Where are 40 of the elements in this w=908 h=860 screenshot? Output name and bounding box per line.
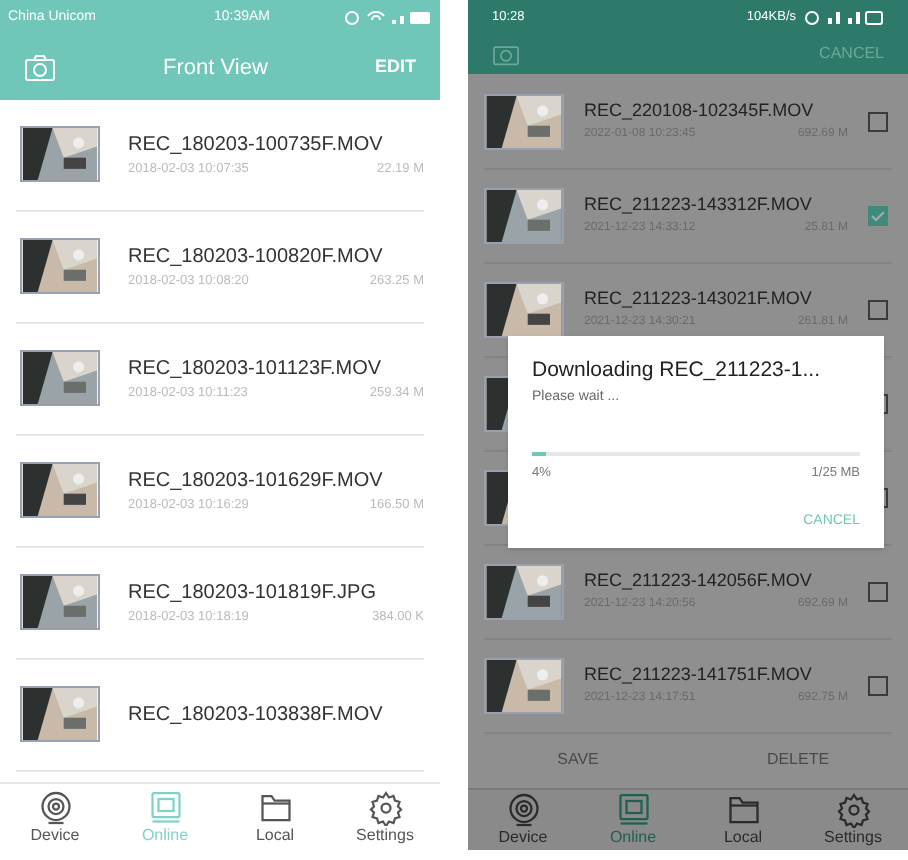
file-name: REC_180203-100820F.MOV xyxy=(128,244,385,273)
file-name: REC_180203-101629F.MOV xyxy=(128,468,385,497)
tab[interactable]: Local xyxy=(688,789,798,850)
camera-icon[interactable] xyxy=(24,54,56,82)
dialog-title: Downloading REC_211223-1... xyxy=(532,356,822,386)
file-row[interactable]: REC_180203-103838F.MOV xyxy=(16,660,424,772)
delete-button[interactable]: DELETE xyxy=(688,748,908,773)
file-name: REC_180203-101123F.MOV xyxy=(128,356,384,385)
settings-icon xyxy=(835,792,871,829)
checkbox[interactable] xyxy=(868,581,888,601)
tab[interactable]: Settings xyxy=(330,784,440,850)
camera-icon[interactable] xyxy=(492,42,520,67)
settings-icon xyxy=(367,790,403,826)
file-name: REC_211223-143021F.MOV xyxy=(584,286,814,313)
tab[interactable]: Settings xyxy=(798,789,908,850)
file-name: REC_180203-100735F.MOV xyxy=(128,132,385,161)
tab[interactable]: Local xyxy=(220,784,330,850)
file-name: REC_211223-143312F.MOV xyxy=(584,192,814,219)
status-icons xyxy=(344,10,432,26)
header-title: Front View xyxy=(161,53,270,84)
file-name: REC_220108-102345F.MOV xyxy=(584,98,816,125)
checkbox[interactable] xyxy=(868,675,888,695)
status-icons xyxy=(804,10,884,27)
video-card-icon xyxy=(615,792,651,829)
checkbox[interactable] xyxy=(868,299,888,319)
file-name: REC_180203-103838F.MOV xyxy=(128,702,385,730)
file-name: REC_180203-101819F.JPG xyxy=(128,580,378,609)
video-card-icon xyxy=(147,790,183,826)
folder-icon xyxy=(257,790,293,826)
checkbox[interactable] xyxy=(868,111,888,131)
file-name: REC_211223-142056F.MOV xyxy=(584,568,814,595)
webcam-icon xyxy=(505,792,541,829)
save-button[interactable]: SAVE xyxy=(468,748,688,773)
file-name: REC_211223-141751F.MOV xyxy=(584,662,814,689)
webcam-icon xyxy=(37,790,73,826)
tab[interactable]: Device xyxy=(468,789,578,850)
checkbox[interactable] xyxy=(868,205,888,225)
tab[interactable]: Online xyxy=(578,789,688,850)
folder-icon xyxy=(725,792,761,829)
tab[interactable]: Device xyxy=(0,784,110,850)
